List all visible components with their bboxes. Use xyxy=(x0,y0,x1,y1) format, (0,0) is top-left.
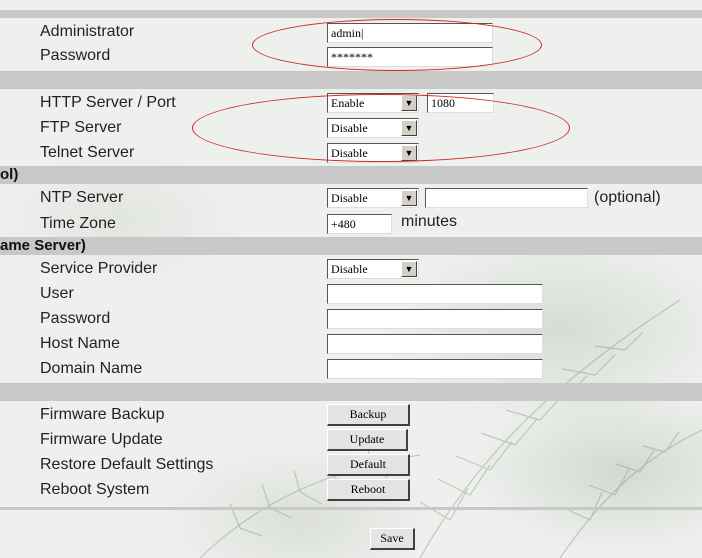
ddns-user-label: User xyxy=(40,285,74,302)
reboot-button[interactable]: Reboot xyxy=(327,479,410,501)
annotation-circle-account xyxy=(252,19,542,71)
ntp-server-select[interactable]: Disable ▼ xyxy=(327,188,419,208)
time-zone-unit: minutes xyxy=(401,213,458,230)
section-title-ddns: ame Server) xyxy=(0,237,86,254)
chevron-down-icon[interactable]: ▼ xyxy=(401,261,417,277)
update-button[interactable]: Update xyxy=(327,429,408,451)
ntp-server-select-value: Disable xyxy=(331,191,368,205)
annotation-circle-services xyxy=(192,94,570,162)
ddns-password-input[interactable] xyxy=(327,309,543,329)
service-provider-select[interactable]: Disable ▼ xyxy=(327,259,419,279)
section-title-time: ol) xyxy=(0,166,19,183)
default-button[interactable]: Default xyxy=(327,454,410,476)
host-name-label: Host Name xyxy=(40,335,121,352)
ntp-server-label: NTP Server xyxy=(40,189,124,206)
time-zone-input[interactable]: +480 xyxy=(327,214,392,234)
domain-name-input[interactable] xyxy=(327,359,543,379)
section-bar-services xyxy=(0,71,702,89)
domain-name-label: Domain Name xyxy=(40,360,143,377)
backup-button[interactable]: Backup xyxy=(327,404,410,426)
section-bar-maintenance xyxy=(0,383,702,401)
telnet-server-label: Telnet Server xyxy=(40,144,135,161)
http-server-label: HTTP Server / Port xyxy=(40,94,176,111)
administrator-label: Administrator xyxy=(40,23,135,40)
section-bar-top xyxy=(0,10,702,18)
service-provider-select-value: Disable xyxy=(331,262,368,276)
section-bar-save xyxy=(0,507,702,510)
chevron-down-icon[interactable]: ▼ xyxy=(401,190,417,206)
reboot-system-label: Reboot System xyxy=(40,481,150,498)
ddns-user-input[interactable] xyxy=(327,284,543,304)
save-button[interactable]: Save xyxy=(370,528,415,550)
ftp-server-label: FTP Server xyxy=(40,119,122,136)
section-bar-ddns xyxy=(0,237,702,255)
ddns-password-label: Password xyxy=(40,310,111,327)
service-provider-label: Service Provider xyxy=(40,260,158,277)
firmware-backup-label: Firmware Backup xyxy=(40,406,165,423)
password-label: Password xyxy=(40,47,111,64)
time-zone-label: Time Zone xyxy=(40,215,116,232)
ntp-server-input[interactable] xyxy=(425,188,588,208)
firmware-update-label: Firmware Update xyxy=(40,431,163,448)
restore-default-label: Restore Default Settings xyxy=(40,456,214,473)
section-bar-time xyxy=(0,166,702,184)
host-name-input[interactable] xyxy=(327,334,543,354)
ntp-optional-text: (optional) xyxy=(594,189,661,206)
